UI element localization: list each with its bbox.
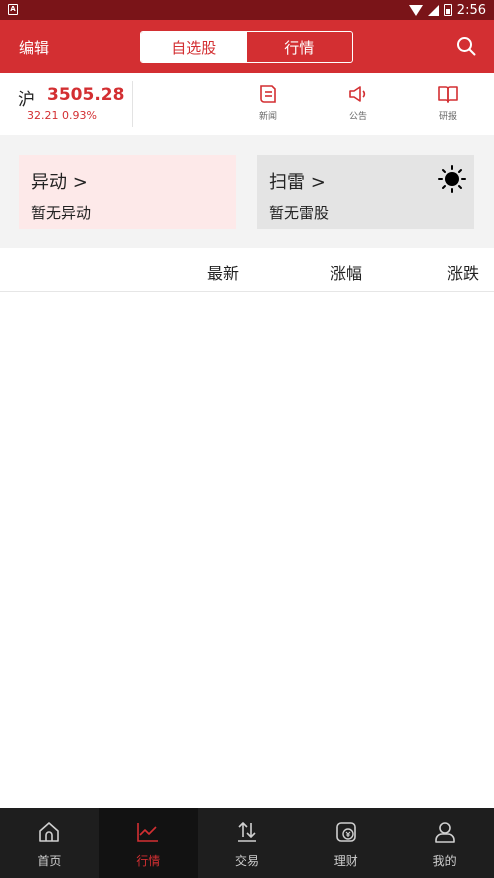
status-indicators: 2:56 — [408, 2, 486, 18]
trade-icon — [237, 822, 256, 842]
minesweeper-card-subtitle: 暂无雷股 — [269, 204, 330, 222]
news-label: 新闻 — [258, 112, 277, 122]
index-name: 沪 — [18, 90, 35, 110]
segment-tabs: 自选股 行情 — [140, 31, 353, 63]
status-bar: A 2:56 — [0, 0, 494, 20]
index-summary[interactable]: 沪 3505.28 32.21 0.93% 新闻 公告 研报 — [0, 73, 494, 135]
top-header: 编辑 自选股 行情 — [0, 20, 494, 73]
divider — [132, 81, 133, 127]
column-header-change-percent[interactable]: 涨幅 — [330, 260, 362, 284]
column-header-latest[interactable]: 最新 — [207, 260, 239, 284]
notification-icon: A — [8, 4, 18, 15]
nav-profile-label: 我的 — [432, 854, 457, 868]
profile-icon — [434, 822, 455, 843]
nav-profile[interactable]: 我的 — [395, 808, 494, 878]
bottom-navigation: 首页 行情 交易 理财 我的 — [0, 808, 494, 878]
search-icon[interactable] — [456, 36, 476, 56]
research-report-button[interactable]: 研报 — [428, 83, 468, 127]
battery-icon — [443, 4, 452, 16]
index-value: 3505.28 — [47, 85, 125, 105]
nav-market[interactable]: 行情 — [98, 808, 198, 878]
alert-card-title: 异动 > — [31, 172, 88, 193]
status-time: 2:56 — [456, 2, 486, 18]
alert-card[interactable]: 异动 > 暂无异动 — [19, 155, 236, 229]
research-report-icon — [438, 86, 458, 103]
wealth-icon — [335, 822, 356, 842]
info-cards-section: 异动 > 暂无异动 扫雷 > 暂无雷股 — [0, 135, 494, 248]
announcement-label: 公告 — [348, 112, 367, 122]
research-report-label: 研报 — [438, 112, 457, 122]
nav-trade-label: 交易 — [234, 854, 259, 868]
minesweeper-card[interactable]: 扫雷 > 暂无雷股 — [257, 155, 474, 229]
nav-wealth-label: 理财 — [333, 854, 358, 868]
wifi-icon — [408, 4, 423, 16]
signal-icon — [427, 4, 439, 16]
tab-market[interactable]: 行情 — [247, 32, 353, 62]
nav-wealth[interactable]: 理财 — [296, 808, 395, 878]
home-icon — [39, 822, 60, 842]
announcement-icon — [349, 86, 366, 102]
minesweeper-card-title: 扫雷 > — [269, 172, 326, 193]
news-icon — [260, 85, 276, 103]
sun-icon — [438, 165, 466, 193]
nav-home[interactable]: 首页 — [0, 808, 99, 878]
column-header-change[interactable]: 涨跌 — [447, 260, 479, 284]
stock-table-header: 最新 涨幅 涨跌 — [0, 248, 494, 292]
alert-card-subtitle: 暂无异动 — [31, 204, 92, 222]
index-change: 32.21 0.93% — [27, 109, 97, 122]
announcement-button[interactable]: 公告 — [338, 83, 378, 127]
nav-market-label: 行情 — [136, 854, 161, 868]
nav-home-label: 首页 — [37, 854, 62, 868]
news-button[interactable]: 新闻 — [248, 83, 288, 127]
tab-watchlist[interactable]: 自选股 — [141, 32, 247, 62]
chart-icon — [137, 823, 159, 842]
nav-trade[interactable]: 交易 — [198, 808, 297, 878]
edit-button[interactable]: 编辑 — [19, 37, 49, 58]
